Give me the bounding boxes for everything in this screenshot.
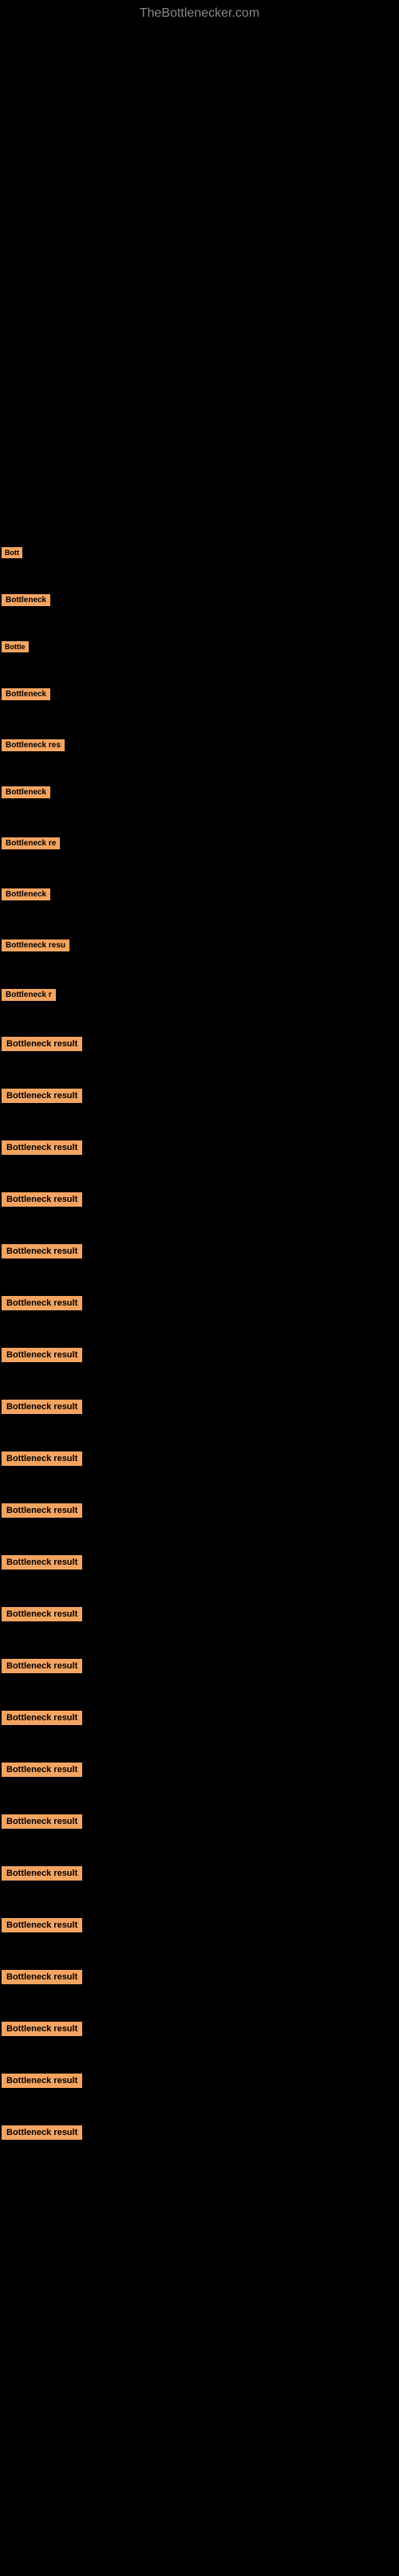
bottleneck-label[interactable]: Bottleneck	[2, 688, 50, 700]
bottleneck-label[interactable]: Bottleneck result	[2, 1400, 82, 1414]
bottleneck-label[interactable]: Bottleneck result	[2, 1089, 82, 1103]
list-item: Bottleneck	[0, 683, 399, 703]
bottleneck-label[interactable]: Bottleneck result	[2, 1451, 82, 1466]
bottleneck-label[interactable]: Bottleneck result	[2, 1244, 82, 1258]
bottleneck-label[interactable]: Bottleneck result	[2, 2074, 82, 2088]
bottleneck-results-container: Bott Bottleneck Bottle Bottleneck Bottle…	[0, 542, 399, 2174]
list-item: Bottleneck result	[0, 1085, 399, 1105]
list-item: Bottleneck res	[0, 735, 399, 754]
bottleneck-label[interactable]: Bottleneck res	[2, 739, 65, 751]
bottleneck-label[interactable]: Bottleneck result	[2, 1037, 82, 1051]
list-item: Bottleneck resu	[0, 935, 399, 954]
list-item: Bottleneck result	[0, 2070, 399, 2090]
list-item: Bottleneck result	[0, 1396, 399, 1416]
list-item: Bottleneck result	[0, 1552, 399, 1572]
list-item: Bottleneck result	[0, 1137, 399, 1157]
list-item: Bottleneck result	[0, 1293, 399, 1313]
bottleneck-label[interactable]: Bottleneck result	[2, 1503, 82, 1518]
bottleneck-label[interactable]: Bottleneck result	[2, 1296, 82, 1310]
bottleneck-label[interactable]: Bottleneck result	[2, 1607, 82, 1621]
bottleneck-label[interactable]: Bott	[2, 547, 22, 558]
list-item: Bottleneck result	[0, 1759, 399, 1779]
list-item: Bottleneck result	[0, 2122, 399, 2142]
bottleneck-label[interactable]: Bottleneck resu	[2, 939, 69, 951]
bottleneck-label[interactable]: Bottleneck result	[2, 2022, 82, 2036]
list-item: Bottleneck r	[0, 984, 399, 1003]
list-item: Bottleneck result	[0, 1448, 399, 1468]
list-item: Bottleneck result	[0, 1915, 399, 1935]
bottleneck-label[interactable]: Bottleneck result	[2, 1711, 82, 1725]
bottleneck-label[interactable]: Bottleneck result	[2, 1192, 82, 1207]
list-item: Bottle	[0, 636, 399, 656]
list-item: Bottleneck result	[0, 1707, 399, 1727]
bottleneck-label[interactable]: Bottleneck result	[2, 1918, 82, 1932]
bottleneck-label[interactable]: Bottleneck result	[2, 1763, 82, 1777]
list-item: Bottleneck result	[0, 2019, 399, 2038]
bottleneck-label[interactable]: Bottleneck result	[2, 1140, 82, 1155]
bottleneck-label[interactable]: Bottleneck result	[2, 1659, 82, 1673]
bottleneck-label[interactable]: Bottleneck result	[2, 1348, 82, 1362]
list-item: Bottleneck result	[0, 1604, 399, 1624]
bottleneck-label[interactable]: Bottleneck result	[2, 1970, 82, 1984]
list-item: Bottleneck result	[0, 1034, 399, 1054]
list-item: Bottleneck	[0, 589, 399, 609]
site-title: TheBottlenecker.com	[0, 0, 399, 24]
bottleneck-label[interactable]: Bottleneck result	[2, 2125, 82, 2140]
chart-area	[0, 24, 399, 502]
list-item: Bottleneck result	[0, 1863, 399, 1883]
bottleneck-label[interactable]: Bottleneck result	[2, 1814, 82, 1829]
bottleneck-label[interactable]: Bottleneck r	[2, 989, 56, 1001]
bottleneck-label[interactable]: Bottleneck re	[2, 837, 60, 849]
bottleneck-label[interactable]: Bottleneck	[2, 786, 50, 798]
list-item: Bottleneck result	[0, 1811, 399, 1831]
list-item: Bottleneck	[0, 884, 399, 903]
list-item: Bott	[0, 542, 399, 561]
list-item: Bottleneck result	[0, 1345, 399, 1365]
list-item: Bottleneck result	[0, 1500, 399, 1520]
list-item: Bottleneck result	[0, 1656, 399, 1676]
list-item: Bottleneck	[0, 782, 399, 801]
list-item: Bottleneck result	[0, 1189, 399, 1209]
list-item: Bottleneck result	[0, 1967, 399, 1987]
list-item: Bottleneck re	[0, 833, 399, 852]
bottleneck-label[interactable]: Bottleneck	[2, 594, 50, 606]
bottleneck-label[interactable]: Bottleneck result	[2, 1555, 82, 1570]
bottleneck-label[interactable]: Bottleneck result	[2, 1866, 82, 1881]
bottleneck-label[interactable]: Bottle	[2, 641, 29, 652]
bottleneck-label[interactable]: Bottleneck	[2, 888, 50, 900]
list-item: Bottleneck result	[0, 1241, 399, 1261]
